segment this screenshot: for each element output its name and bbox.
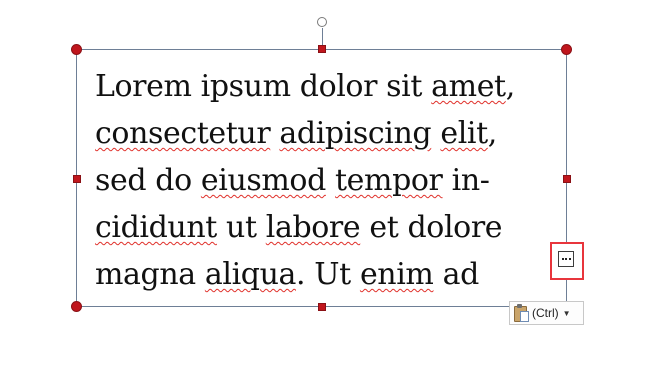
- misspelled-word: eiusmod: [200, 163, 326, 198]
- misspelled-word: aliqua: [204, 257, 296, 292]
- text-line: Lorem ipsum dolor sit amet,: [95, 69, 515, 104]
- misspelled-word: consectetur: [95, 116, 271, 151]
- resize-handle-right[interactable]: [563, 175, 571, 183]
- misspelled-word: cididunt: [95, 210, 217, 245]
- layout-options-button[interactable]: [558, 251, 574, 267]
- resize-handle-left[interactable]: [73, 175, 81, 183]
- text-line: magna aliqua. Ut enim ad: [95, 257, 479, 292]
- text-line: cididunt ut labore et dolore: [95, 210, 503, 245]
- chevron-down-icon: ▼: [562, 308, 571, 318]
- misspelled-word: enim: [359, 257, 434, 292]
- paste-options-label: (Ctrl): [532, 306, 559, 320]
- resize-handle-top[interactable]: [318, 45, 326, 53]
- paste-options-button[interactable]: (Ctrl) ▼: [509, 301, 584, 325]
- misspelled-word: adipiscing: [279, 116, 432, 151]
- text-box-content[interactable]: Lorem ipsum dolor sit amet, consectetur …: [95, 63, 555, 298]
- clipboard-icon: [513, 304, 530, 322]
- resize-handle-bottom-left[interactable]: [71, 301, 82, 312]
- misspelled-word: labore: [265, 210, 361, 245]
- layout-options-icon: [561, 258, 564, 260]
- misspelled-word: amet: [431, 69, 506, 104]
- resize-handle-top-left[interactable]: [71, 44, 82, 55]
- resize-handle-top-right[interactable]: [561, 44, 572, 55]
- rotation-handle[interactable]: [317, 17, 327, 27]
- text-line: sed do eiusmod tempor in-: [95, 163, 490, 198]
- misspelled-word: tempor: [335, 163, 443, 198]
- text-line: consectetur adipiscing elit,: [95, 116, 497, 151]
- resize-handle-bottom[interactable]: [318, 303, 326, 311]
- misspelled-word: elit: [440, 116, 488, 151]
